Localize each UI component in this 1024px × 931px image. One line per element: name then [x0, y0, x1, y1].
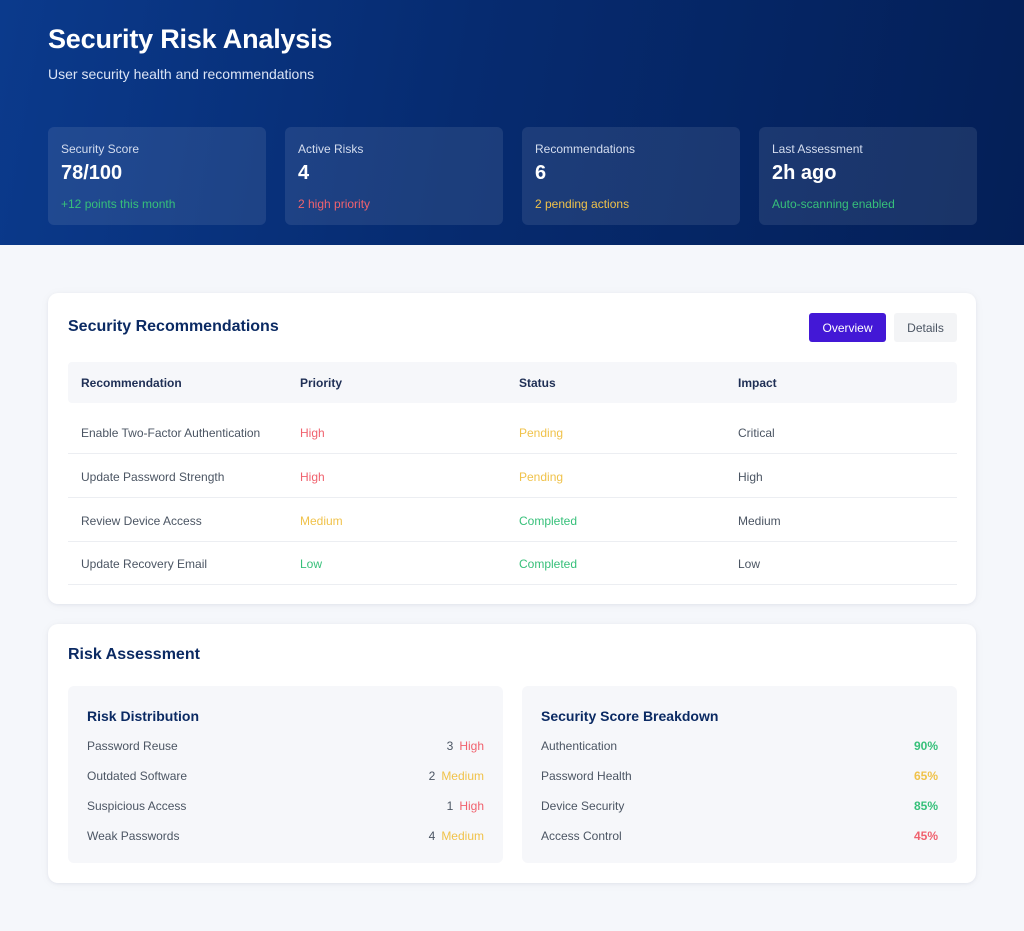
- stat-value: 78/100: [61, 162, 123, 184]
- stat-note: 2 pending actions: [535, 197, 630, 211]
- score-value: 90%: [913, 739, 938, 753]
- table-header: Recommendation Priority Status Impact: [68, 362, 957, 403]
- score-label: Device Security: [541, 799, 625, 813]
- cell-impact: Medium: [738, 514, 781, 528]
- list-item: Password Health 65%: [541, 769, 938, 785]
- cell-priority: Medium: [300, 514, 343, 528]
- column-header-priority: Priority: [300, 376, 343, 390]
- page-subtitle: User security health and recommendations: [48, 66, 315, 82]
- risk-level: Medium: [441, 829, 484, 843]
- list-item: Device Security 85%: [541, 799, 938, 815]
- column-header-recommendation: Recommendation: [81, 376, 182, 390]
- cell-status: Completed: [519, 557, 578, 571]
- cell-recommendation: Enable Two-Factor Authentication: [81, 426, 261, 440]
- list-item: Suspicious Access 1 High: [87, 799, 484, 815]
- stat-label: Active Risks: [298, 142, 364, 156]
- list-item: Authentication 90%: [541, 739, 938, 755]
- stat-card-security-score: Security Score 78/100 +12 points this mo…: [48, 127, 266, 225]
- risk-label: Outdated Software: [87, 769, 188, 783]
- risk-count: 2: [428, 769, 436, 783]
- score-label: Access Control: [541, 829, 622, 843]
- table-row[interactable]: Review Device Access Medium Completed Me…: [68, 498, 957, 542]
- stat-card-recommendations: Recommendations 6 2 pending actions: [522, 127, 740, 225]
- table-row[interactable]: Update Recovery Email Low Completed Low: [68, 541, 957, 585]
- table-row[interactable]: Enable Two-Factor Authentication High Pe…: [68, 410, 957, 454]
- cell-priority: High: [300, 470, 325, 484]
- list-item: Access Control 45%: [541, 829, 938, 845]
- score-label: Password Health: [541, 769, 632, 783]
- header-banner: Security Risk Analysis User security hea…: [0, 0, 1024, 245]
- stat-label: Security Score: [61, 142, 140, 156]
- risk-distribution-panel: Risk Distribution Password Reuse 3 High O…: [68, 686, 503, 863]
- cell-status: Pending: [519, 470, 564, 484]
- stat-label: Recommendations: [535, 142, 636, 156]
- stat-note: Auto-scanning enabled: [772, 197, 895, 211]
- list-item: Weak Passwords 4 Medium: [87, 829, 484, 845]
- score-breakdown-panel: Security Score Breakdown Authentication …: [522, 686, 957, 863]
- column-header-status: Status: [519, 376, 556, 390]
- stat-card-active-risks: Active Risks 4 2 high priority: [285, 127, 503, 225]
- column-header-impact: Impact: [738, 376, 777, 390]
- cell-priority: Low: [300, 557, 323, 571]
- cell-impact: Critical: [738, 426, 775, 440]
- score-label: Authentication: [541, 739, 618, 753]
- risk-level: High: [459, 739, 484, 753]
- score-value: 65%: [913, 769, 938, 783]
- risk-count: 3: [446, 739, 454, 753]
- cell-priority: High: [300, 426, 325, 440]
- cell-recommendation: Review Device Access: [81, 514, 202, 528]
- stat-value: 6: [535, 162, 547, 184]
- cell-impact: Low: [738, 557, 761, 571]
- stat-note: 2 high priority: [298, 197, 371, 211]
- risk-count: 1: [446, 799, 454, 813]
- risk-level: Medium: [441, 769, 484, 783]
- stat-value: 4: [298, 162, 310, 184]
- recommendations-title: Security Recommendations: [68, 318, 279, 335]
- score-value: 45%: [913, 829, 938, 843]
- stat-value: 2h ago: [772, 162, 837, 184]
- risk-label: Weak Passwords: [87, 829, 180, 843]
- stat-card-last-assessment: Last Assessment 2h ago Auto-scanning ena…: [759, 127, 977, 225]
- list-item: Outdated Software 2 Medium: [87, 769, 484, 785]
- list-item: Password Reuse 3 High: [87, 739, 484, 755]
- cell-status: Pending: [519, 426, 564, 440]
- risk-assessment-card: Risk Assessment Risk Distribution Passwo…: [48, 624, 976, 883]
- table-row[interactable]: Update Password Strength High Pending Hi…: [68, 454, 957, 498]
- cell-status: Completed: [519, 514, 578, 528]
- risk-count: 4: [428, 829, 436, 843]
- recommendations-card: Security Recommendations Overview Detail…: [48, 293, 976, 604]
- risk-distribution-title: Risk Distribution: [87, 708, 200, 724]
- cell-impact: High: [738, 470, 763, 484]
- stat-label: Last Assessment: [772, 142, 863, 156]
- cell-recommendation: Update Password Strength: [81, 470, 225, 484]
- score-value: 85%: [913, 799, 938, 813]
- score-breakdown-title: Security Score Breakdown: [541, 708, 719, 724]
- page-title: Security Risk Analysis: [48, 24, 333, 54]
- risk-level: High: [459, 799, 484, 813]
- tab-details[interactable]: Details: [894, 313, 957, 342]
- stat-note: +12 points this month: [61, 197, 176, 211]
- risk-assessment-title: Risk Assessment: [68, 646, 200, 663]
- risk-label: Suspicious Access: [87, 799, 187, 813]
- risk-label: Password Reuse: [87, 739, 178, 753]
- tab-overview[interactable]: Overview: [809, 313, 886, 342]
- cell-recommendation: Update Recovery Email: [81, 557, 208, 571]
